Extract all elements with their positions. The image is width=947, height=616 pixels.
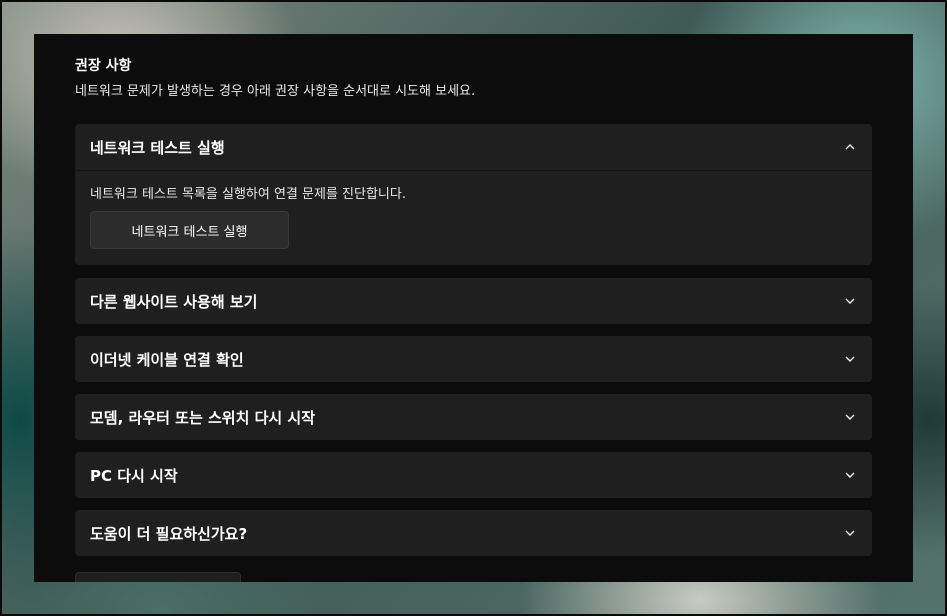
window-frame [0, 0, 947, 616]
